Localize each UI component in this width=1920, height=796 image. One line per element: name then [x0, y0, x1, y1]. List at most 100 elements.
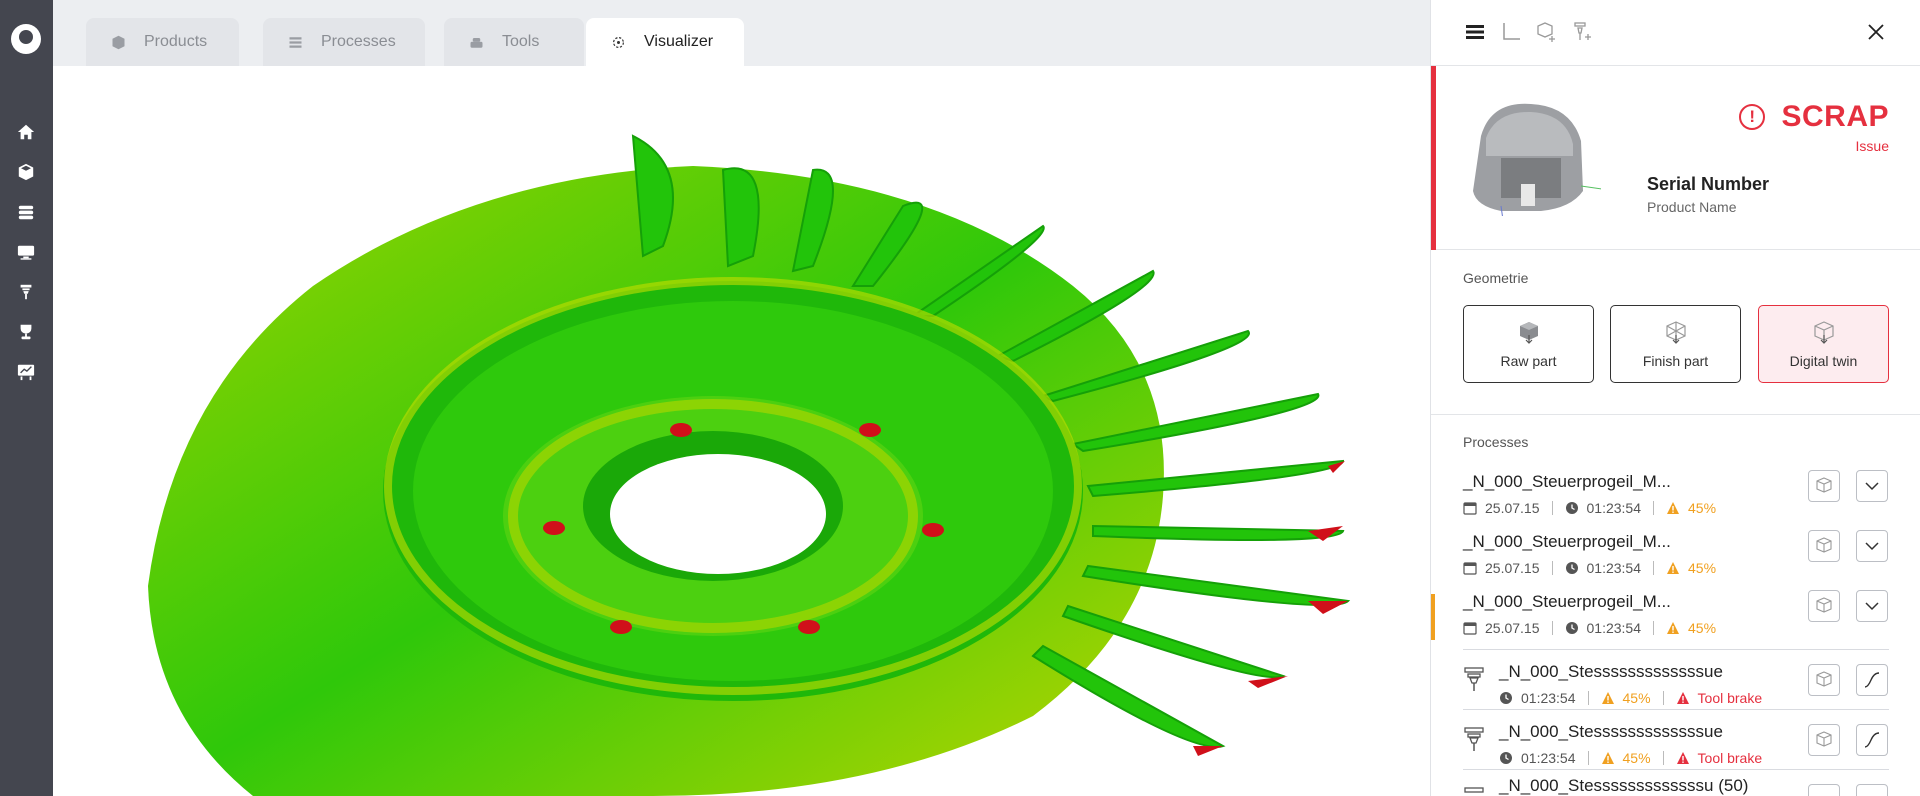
chevron-down-icon: [1865, 602, 1879, 611]
add-tool-icon[interactable]: [1571, 20, 1595, 44]
divider: [1662, 751, 1664, 765]
impeller-hub: [383, 277, 1083, 701]
tool-error: Tool brake: [1697, 750, 1763, 766]
list-icon: [287, 34, 303, 50]
tab-products[interactable]: Products: [86, 18, 239, 66]
finish-part-button[interactable]: Finish part: [1610, 305, 1741, 383]
expand-button[interactable]: [1856, 590, 1888, 622]
raw-part-button[interactable]: Raw part: [1463, 305, 1594, 383]
warning-icon: [1666, 621, 1680, 635]
process-percent: 45%: [1688, 620, 1717, 636]
tool-title: _N_000_Stesssssssssssssue: [1499, 722, 1723, 741]
process-item[interactable]: _N_000_Steuerprogeil_M... 25.07.15 01:23…: [1431, 530, 1920, 586]
curve-button[interactable]: [1856, 724, 1888, 756]
process-percent: 45%: [1688, 560, 1717, 576]
product-name: Product Name: [1647, 199, 1737, 215]
tool-item[interactable]: _N_000_Stesssssssssssssue 01:23:54 45% T…: [1431, 660, 1920, 716]
left-navigation-rail: [0, 0, 53, 796]
digital-twin-button[interactable]: Digital twin: [1758, 305, 1889, 383]
download-model-button[interactable]: [1808, 784, 1840, 796]
digital-twin-label: Digital twin: [1789, 353, 1858, 369]
app-logo[interactable]: [11, 24, 41, 54]
curve-icon: [1864, 672, 1880, 688]
curve-button[interactable]: [1856, 664, 1888, 696]
alert-circle-icon: !: [1739, 104, 1766, 130]
tool-time: 01:23:54: [1521, 750, 1576, 766]
chevron-down-icon: [1865, 482, 1879, 491]
warning-icon: [1666, 501, 1680, 515]
clock-icon: [1565, 501, 1579, 515]
divider: [1587, 751, 1589, 765]
inspection-panel: ! SCRAP Issue Serial Number Product Name…: [1430, 0, 1920, 796]
tool-title: _N_000_Stesssssssssssssu (50): [1499, 778, 1749, 795]
process-time: 01:23:54: [1586, 560, 1642, 576]
monitor-icon[interactable]: [14, 240, 38, 264]
chart-icon[interactable]: [14, 360, 38, 384]
process-title: _N_000_Steuerprogeil_M...: [1463, 532, 1671, 551]
geometry-section-label: Geometrie: [1463, 270, 1529, 286]
divider: [1463, 649, 1889, 650]
download-model-button[interactable]: [1808, 724, 1840, 756]
clock-icon: [1499, 751, 1513, 765]
tab-processes[interactable]: Processes: [263, 18, 425, 66]
cube-download-icon: [1816, 671, 1832, 687]
layers-toolbar-icon[interactable]: [1463, 20, 1487, 44]
process-title: _N_000_Steuerprogeil_M...: [1463, 472, 1671, 491]
divider: [1653, 501, 1654, 515]
process-title: _N_000_Steuerprogeil_M...: [1463, 592, 1671, 611]
curve-button[interactable]: [1856, 784, 1888, 796]
cube-icon[interactable]: [14, 160, 38, 184]
finish-part-icon: [1665, 321, 1686, 344]
tool-meta: 01:23:54 45% Tool brake: [1499, 750, 1762, 766]
divider: [1463, 769, 1889, 770]
raw-part-icon: [1519, 322, 1538, 344]
trophy-icon[interactable]: [14, 320, 38, 344]
process-meta: 25.07.15 01:23:54 45%: [1463, 500, 1716, 516]
expand-button[interactable]: [1856, 530, 1888, 562]
download-model-button[interactable]: [1808, 530, 1840, 562]
tab-bar: Products Processes Tools Visualizer: [53, 0, 1430, 66]
tab-label: Visualizer: [644, 33, 714, 50]
impeller-model[interactable]: [53, 66, 1430, 796]
warning-indicator-bar: [1431, 594, 1435, 640]
process-date: 25.07.15: [1485, 560, 1540, 576]
download-model-button[interactable]: [1808, 590, 1840, 622]
warning-icon: [1601, 691, 1615, 705]
axis-toolbar-icon[interactable]: [1499, 20, 1523, 44]
app: Products Processes Tools Visualizer ! SC…: [0, 0, 1920, 796]
divider: [1653, 561, 1654, 575]
tool-item[interactable]: _N_000_Stesssssssssssssue 01:23:54 45% T…: [1431, 720, 1920, 776]
tab-label: Products: [144, 33, 208, 50]
home-icon[interactable]: [14, 120, 38, 144]
download-model-button[interactable]: [1808, 470, 1840, 502]
tool-icon: [1464, 667, 1484, 691]
part-thumbnail[interactable]: [1461, 96, 1601, 216]
warning-icon: [1666, 561, 1680, 575]
expand-button[interactable]: [1856, 470, 1888, 502]
process-item[interactable]: _N_000_Steuerprogeil_M... 25.07.15 01:23…: [1431, 470, 1920, 526]
tool-icon[interactable]: [14, 280, 38, 304]
close-icon[interactable]: [1865, 21, 1887, 43]
process-item[interactable]: _N_000_Steuerprogeil_M... 25.07.15 01:23…: [1431, 590, 1920, 646]
status-badge: ! SCRAP: [1739, 100, 1889, 134]
cube-download-icon: [1816, 537, 1832, 553]
tab-label: Tools: [502, 33, 540, 50]
raw-part-label: Raw part: [1500, 353, 1557, 369]
clock-icon: [1565, 561, 1579, 575]
tab-tools[interactable]: Tools: [444, 18, 584, 66]
curve-icon: [1864, 732, 1880, 748]
download-model-button[interactable]: [1808, 664, 1840, 696]
add-part-icon[interactable]: [1535, 20, 1559, 44]
tool-time: 01:23:54: [1521, 690, 1576, 706]
divider: [1551, 621, 1553, 635]
serial-number: Serial Number: [1647, 174, 1770, 194]
layers-icon[interactable]: [14, 200, 38, 224]
tool-item[interactable]: _N_000_Stesssssssssssssu (50): [1431, 778, 1920, 796]
tab-visualizer[interactable]: Visualizer: [586, 18, 744, 66]
digital-twin-icon: [1813, 321, 1834, 344]
processes-section-label: Processes: [1463, 434, 1529, 450]
target-icon: [610, 34, 626, 50]
3d-viewer[interactable]: [53, 66, 1430, 796]
process-meta: 25.07.15 01:23:54 45%: [1463, 620, 1716, 636]
calendar-icon: [1463, 501, 1477, 515]
